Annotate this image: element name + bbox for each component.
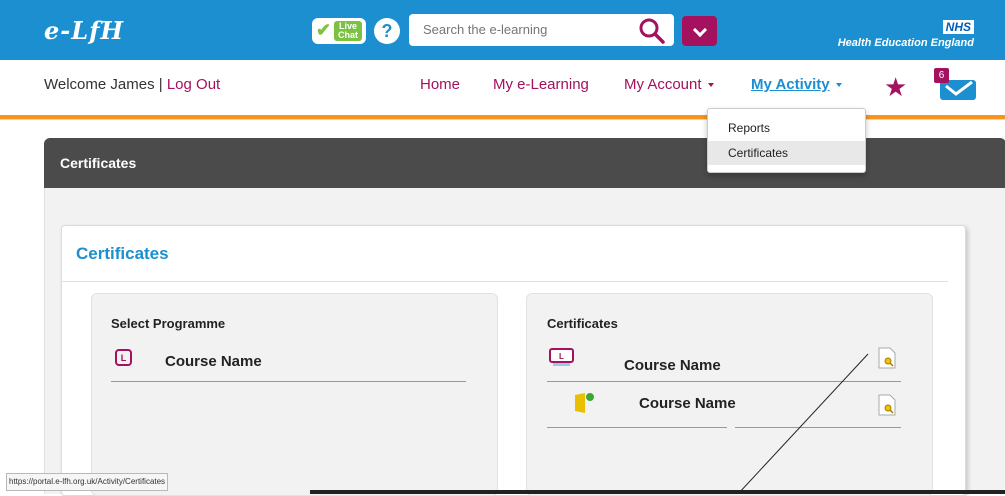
certificate-item[interactable]: Course Name <box>624 357 721 374</box>
elfh-logo[interactable]: e-LfH <box>44 16 124 45</box>
search-input[interactable] <box>409 14 674 46</box>
certificates-title: Certificates <box>547 316 618 331</box>
divider <box>111 381 466 382</box>
chevron-down-icon <box>692 22 708 38</box>
logout-link[interactable]: Log Out <box>167 76 220 93</box>
elfh-course-icon: L <box>549 348 574 366</box>
search-icon[interactable] <box>638 17 666 45</box>
divider <box>61 281 948 282</box>
caret-down-icon <box>835 83 842 88</box>
nhs-hee-logo: NHS Health Education England <box>838 18 974 49</box>
svg-text:L: L <box>559 352 564 361</box>
bottom-bar <box>310 490 1005 494</box>
card-title: Certificates <box>76 244 169 263</box>
menu-item-reports[interactable]: Reports <box>708 116 865 140</box>
view-certificate-icon[interactable] <box>877 347 897 369</box>
certificate-item[interactable]: Course Name <box>639 395 736 412</box>
certificate-badge-icon <box>575 393 594 413</box>
nav-my-activity[interactable]: My Activity <box>751 76 842 93</box>
divider <box>547 381 901 382</box>
divider <box>735 427 901 428</box>
nav-my-account[interactable]: My Account <box>624 76 714 93</box>
favourites-star-icon[interactable]: ★ <box>884 74 907 100</box>
welcome-label: Welcome James | <box>44 76 167 93</box>
nav-my-elearning[interactable]: My e-Learning <box>493 76 589 93</box>
divider <box>547 427 727 428</box>
programme-item[interactable]: Course Name <box>165 353 262 370</box>
top-bar: e-LfH ✔ Live Chat ? NHS Health Education… <box>0 0 1005 60</box>
programme-icon: L <box>115 349 132 366</box>
select-programme-title: Select Programme <box>111 316 226 331</box>
my-activity-dropdown: Reports Certificates <box>707 108 866 173</box>
check-icon: ✔ <box>316 20 332 40</box>
status-url: https://portal.e-lfh.org.uk/Activity/Cer… <box>6 473 169 491</box>
help-button[interactable]: ? <box>374 18 400 44</box>
message-count-badge: 6 <box>934 68 949 83</box>
welcome-text: Welcome James | Log Out <box>44 76 220 93</box>
search-options-button[interactable] <box>682 16 717 46</box>
nav-home[interactable]: Home <box>420 76 460 93</box>
messages-button[interactable]: 6 <box>934 68 980 102</box>
nav-my-activity-label: My Activity <box>751 76 830 93</box>
live-chat-label: Live Chat <box>334 21 362 41</box>
envelope-icon <box>940 80 976 100</box>
caret-down-icon <box>707 83 714 88</box>
live-chat-button[interactable]: ✔ Live Chat <box>312 18 366 44</box>
hee-label: Health Education England <box>837 37 974 49</box>
nav-my-account-label: My Account <box>624 76 702 93</box>
view-certificate-icon[interactable] <box>877 394 897 416</box>
menu-item-certificates[interactable]: Certificates <box>708 141 865 165</box>
nhs-badge: NHS <box>942 20 974 34</box>
panel-title: Certificates <box>60 155 137 171</box>
